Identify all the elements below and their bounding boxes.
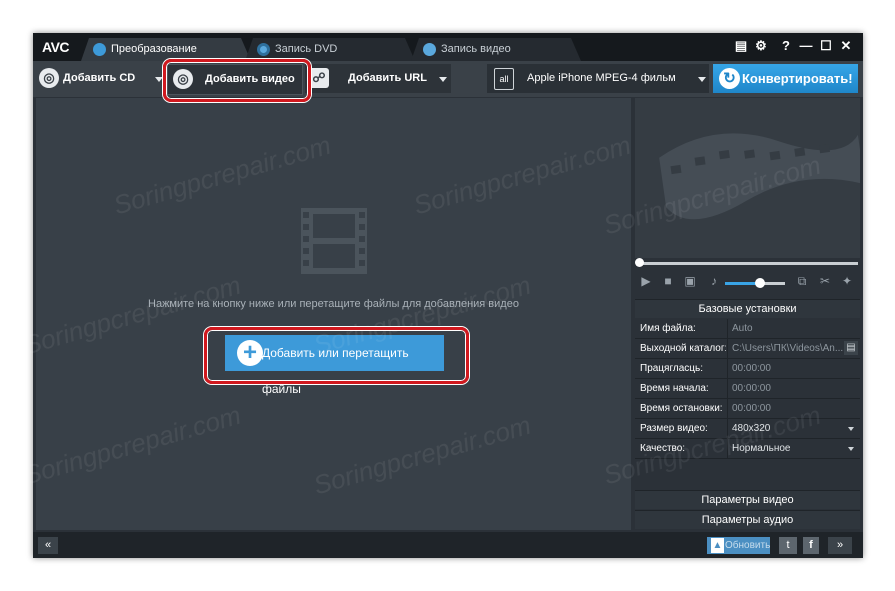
film-strip-icon <box>659 133 860 220</box>
chevron-down-icon <box>848 447 854 451</box>
chevron-down-icon <box>698 77 706 82</box>
expand-right-button[interactable]: » <box>828 537 852 554</box>
convert-label: Конвертировать! <box>742 71 853 86</box>
add-url-label: Добавить URL <box>348 72 427 84</box>
arrow-up-icon: ▲ <box>711 538 724 553</box>
tab-label: Преобразование <box>111 43 197 55</box>
start-time-field[interactable]: 00:00:00 <box>727 379 863 398</box>
tab-conversion[interactable]: Преобразование <box>81 38 251 61</box>
film-icon <box>301 208 367 274</box>
output-profile-select[interactable]: all Apple iPhone MPEG-4 фильм (*.mp4) <box>487 64 709 113</box>
help-icon[interactable]: ? <box>778 38 794 54</box>
add-url-button[interactable]: ☍ Добавить URL <box>305 64 451 93</box>
scissors-icon[interactable]: ✂ <box>818 274 832 288</box>
facebook-icon[interactable]: f <box>803 537 819 554</box>
duration-value: 00:00:00 <box>727 359 863 378</box>
add-cd-button[interactable]: ◎ Добавить CD диск <box>36 64 163 113</box>
effects-icon[interactable]: ✦ <box>840 274 854 288</box>
setting-label: Время начала: <box>640 383 709 394</box>
volume-fill <box>725 282 757 285</box>
settings-table: Имя файла: Auto Выходной каталог: C:\Use… <box>635 319 860 459</box>
apple-profile-icon: all <box>494 68 514 90</box>
output-folder-field[interactable]: C:\Users\ПК\Videos\An... <box>727 339 863 358</box>
stop-icon[interactable]: ■ <box>661 274 675 288</box>
update-button[interactable]: ▲ Обновить <box>707 537 770 554</box>
basic-settings-header[interactable]: Базовые установки <box>635 299 860 318</box>
collapse-left-button[interactable]: « <box>38 537 58 554</box>
quality-select[interactable]: Нормальное <box>727 439 863 458</box>
setting-label: Выходной каталог: <box>640 343 726 354</box>
settings-row: Качество: Нормальное <box>635 439 860 459</box>
tab-video-record[interactable]: Запись видео <box>411 38 581 61</box>
setting-label: Время остановки: <box>640 403 723 414</box>
right-panel: ▶ ■ ▣ ♪ ⧉ ✂ ✦ Базовые установки Имя файл… <box>635 98 860 530</box>
setting-label: Имя файла: <box>640 323 696 334</box>
video-preview <box>635 98 860 258</box>
settings-row: Время начала: 00:00:00 <box>635 379 860 399</box>
volume-icon[interactable]: ♪ <box>707 274 721 288</box>
minimize-icon[interactable]: — <box>798 38 814 54</box>
app-logo: AVC <box>42 39 70 55</box>
url-add-icon: ☍ <box>309 68 329 88</box>
player-controls: ▶ ■ ▣ ♪ ⧉ ✂ ✦ <box>635 270 860 296</box>
folder-open-icon[interactable]: ▤ <box>844 341 858 355</box>
disc-add-icon: ◎ <box>39 68 59 88</box>
settings-row: Выходной каталог: C:\Users\ПК\Videos\An.… <box>635 339 860 359</box>
snapshot-icon[interactable]: ▣ <box>683 274 697 288</box>
chevron-down-icon <box>848 427 854 431</box>
twitter-icon[interactable]: t <box>779 537 797 554</box>
tab-label: Запись видео <box>441 43 511 55</box>
filename-field[interactable]: Auto <box>727 319 863 338</box>
bottom-bar: « ▲ Обновить t f » <box>33 532 863 558</box>
update-label: Обновить <box>725 540 771 551</box>
video-params-header[interactable]: Параметры видео <box>635 490 860 509</box>
seek-track <box>638 262 858 265</box>
highlight-add-video <box>163 59 311 102</box>
crop-icon[interactable]: ⧉ <box>795 274 809 288</box>
setting-label: Працягласць: <box>640 363 703 374</box>
settings-row: Працягласць: 00:00:00 <box>635 359 860 379</box>
convert-button[interactable]: ↻ Конвертировать! <box>713 64 858 93</box>
app-window: AVC Преобразование Запись DVD Запись вид… <box>33 33 863 558</box>
gear-icon[interactable]: ⚙ <box>753 38 769 54</box>
close-icon[interactable]: ✕ <box>838 38 854 54</box>
settings-row: Время остановки: 00:00:00 <box>635 399 860 419</box>
settings-row: Имя файла: Auto <box>635 319 860 339</box>
output-folder-value: C:\Users\ПК\Videos\An... <box>732 343 844 354</box>
drop-hint-text: Нажмите на кнопку ниже или перетащите фа… <box>148 298 519 310</box>
tab-dvd-burn[interactable]: Запись DVD <box>245 38 415 61</box>
play-icon[interactable]: ▶ <box>639 274 653 288</box>
seek-handle[interactable] <box>635 258 644 267</box>
setting-label: Качество: <box>640 443 686 454</box>
audio-params-header[interactable]: Параметры аудио <box>635 510 860 529</box>
chevron-down-icon[interactable] <box>155 77 163 82</box>
highlight-add-files <box>204 327 469 384</box>
feedback-icon[interactable]: ▤ <box>733 38 749 54</box>
volume-handle[interactable] <box>755 278 765 288</box>
seek-bar[interactable] <box>635 258 860 267</box>
maximize-icon[interactable]: ☐ <box>818 38 834 54</box>
chevron-down-icon[interactable] <box>439 77 447 82</box>
stop-time-field[interactable]: 00:00:00 <box>727 399 863 418</box>
file-drop-area[interactable]: Нажмите на кнопку ниже или перетащите фа… <box>36 98 631 530</box>
setting-label: Размер видео: <box>640 423 708 434</box>
title-bar: AVC Преобразование Запись DVD Запись вид… <box>33 33 863 61</box>
tab-label: Запись DVD <box>275 43 338 55</box>
settings-row: Размер видео: 480x320 <box>635 419 860 439</box>
video-size-select[interactable]: 480x320 <box>727 419 863 438</box>
toolbar: ◎ Добавить CD диск ◎ Добавить видео ☍ До… <box>33 61 863 113</box>
refresh-icon: ↻ <box>719 68 740 89</box>
